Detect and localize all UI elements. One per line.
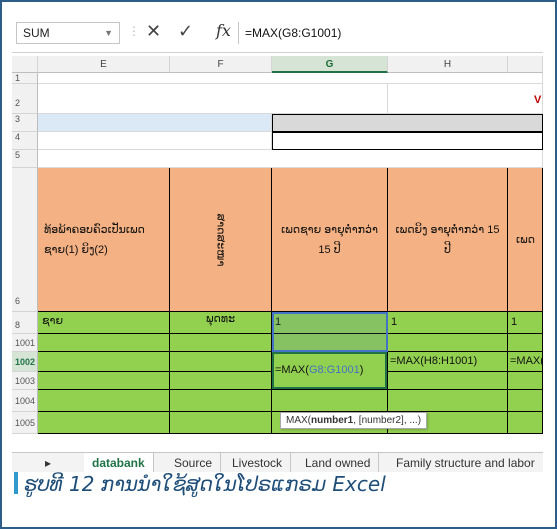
formula-bar-divider: ⋮ [128, 24, 140, 38]
cell-e1005[interactable] [38, 412, 170, 434]
cell-g4-i4[interactable] [272, 132, 543, 150]
formula-input[interactable]: =MAX(G8:G1001) [238, 22, 543, 44]
caption-accent-bar [14, 472, 18, 494]
figure-caption: ຮູບທີ 12 ການນຳໃຊ້ສູດໃນໂປຣແກຣມ Excel [24, 472, 386, 496]
insert-function-icon[interactable]: fx [216, 21, 231, 40]
row-header-2[interactable]: 2 [12, 84, 38, 114]
cell-f1002[interactable] [170, 352, 272, 372]
row-5-cells[interactable] [38, 150, 543, 168]
formula-suffix: ) [359, 364, 364, 376]
header-text-g6: ເພດຊາຍ ອາຍຸຕ່ຳກວ່າ 15 ປີ [281, 223, 378, 256]
row-header-3[interactable]: 3 [12, 114, 38, 132]
sheet-tab-bar: ▸ databank Source Livestock Land owned F… [12, 452, 543, 472]
range-highlight-g8-g1001 [272, 312, 388, 352]
cell-f1003[interactable] [170, 372, 272, 390]
cell-e1003[interactable] [38, 372, 170, 390]
cell-i1003[interactable] [508, 372, 543, 390]
tooltip-fn: MAX( [286, 415, 311, 426]
cell-e1004[interactable] [38, 390, 170, 412]
sheet-tab-databank[interactable]: databank [84, 453, 154, 472]
header-cell-i6[interactable]: ເພດ [508, 168, 543, 312]
cell-e8-value: ຊາຍ [42, 315, 64, 327]
header-text-e6: ທ້ອພ້າຄອບຄົວເປັນເພດ ຊາຍ(1) ຍິງ(2) [44, 223, 145, 256]
select-all-corner[interactable] [12, 56, 38, 73]
cell-i1002-value: =MAX( [510, 355, 543, 367]
cell-e4-f4[interactable] [38, 132, 272, 150]
figure-frame: SUM ▼ ⋮ ✕ ✓ fx =MAX(G8:G1001) E F G H 1 2… [0, 0, 557, 529]
header-text-f6: ສາດສະໜາ [214, 213, 226, 266]
enter-icon[interactable]: ✓ [178, 21, 193, 42]
header-cell-f6[interactable]: ສາດສະໜາ [170, 168, 272, 312]
formula-bar: SUM ▼ ⋮ ✕ ✓ fx =MAX(G8:G1001) [12, 12, 543, 53]
formula-range: G8:G1001 [308, 364, 360, 376]
scroll-tabs-right-icon[interactable]: ▸ [40, 453, 56, 472]
cell-f1001[interactable] [170, 334, 272, 352]
sheet-tab-land-owned[interactable]: Land owned [297, 453, 380, 472]
header-cell-g6[interactable]: ເພດຊາຍ ອາຍຸຕ່ຳກວ່າ 15 ປີ [272, 168, 388, 312]
cell-e8[interactable]: ຊາຍ [38, 312, 170, 334]
cell-i8[interactable]: 1 [508, 312, 543, 334]
cell-h8-value: 1 [391, 316, 398, 328]
column-header-e[interactable]: E [38, 56, 170, 73]
header-text-h6: ເພດຍິງ ອາຍຸຕ່ຳກວ່າ 15 ປີ [395, 223, 500, 256]
tooltip-rest: , [number2], ...) [353, 415, 422, 426]
cell-h1002[interactable]: =MAX(H8:H1001) [388, 352, 508, 372]
column-header-g[interactable]: G [272, 56, 388, 73]
cell-i2[interactable]: VI [388, 84, 543, 114]
header-cell-e6[interactable]: ທ້ອພ້າຄອບຄົວເປັນເພດ ຊາຍ(1) ຍິງ(2) [38, 168, 170, 312]
cell-f8-value: ພຸດທະ [205, 313, 236, 325]
cell-e1001[interactable] [38, 334, 170, 352]
header-text-i6: ເພດ [516, 233, 536, 246]
cell-h8[interactable]: 1 [388, 312, 508, 334]
row-header-1005[interactable]: 1005 [12, 412, 38, 434]
excel-screenshot: SUM ▼ ⋮ ✕ ✓ fx =MAX(G8:G1001) E F G H 1 2… [12, 12, 543, 472]
cell-f1005[interactable] [170, 412, 272, 434]
cell-g1002-editing[interactable]: =MAX(G8:G1001) [272, 352, 388, 390]
sheet-tab-livestock[interactable]: Livestock [224, 453, 292, 472]
cell-i8-value: 1 [511, 316, 518, 328]
row-header-1003[interactable]: 1003 [12, 372, 38, 390]
cell-h1002-value: =MAX(H8:H1001) [390, 355, 478, 367]
sheet-tab-source[interactable]: Source [166, 453, 222, 472]
row2-fragment: VI [534, 94, 542, 106]
chevron-down-icon[interactable]: ▼ [104, 23, 113, 43]
column-header-i[interactable] [508, 56, 543, 73]
sheet-tab-family-structure[interactable]: Family structure and labor [388, 453, 543, 472]
cell-i1001[interactable] [508, 334, 543, 352]
cell-g1004[interactable] [272, 390, 388, 412]
cell-h1003[interactable] [388, 372, 508, 390]
cancel-icon[interactable]: ✕ [146, 21, 161, 42]
row-2-cells[interactable] [38, 84, 388, 114]
cell-g3-i3[interactable] [272, 114, 543, 132]
cell-f8[interactable]: ພຸດທະ [170, 312, 272, 334]
name-box-value: SUM [23, 26, 50, 40]
row-header-6[interactable]: 6 [12, 168, 38, 312]
column-header-h[interactable]: H [388, 56, 508, 73]
cell-e3-f3[interactable] [38, 114, 272, 132]
row-header-1001[interactable]: 1001 [12, 334, 38, 352]
header-cell-h6[interactable]: ເພດຍິງ ອາຍຸຕ່ຳກວ່າ 15 ປີ [388, 168, 508, 312]
function-tooltip: MAX(number1, [number2], ...) [280, 412, 428, 429]
row-header-5[interactable]: 5 [12, 150, 38, 168]
cell-h1004[interactable] [388, 390, 508, 412]
cell-i1005[interactable] [508, 412, 543, 434]
name-box[interactable]: SUM ▼ [16, 22, 120, 44]
cell-i1004[interactable] [508, 390, 543, 412]
cell-f1004[interactable] [170, 390, 272, 412]
row-1-cells[interactable] [38, 73, 543, 84]
row-header-4[interactable]: 4 [12, 132, 38, 150]
cell-i1002[interactable]: =MAX( [508, 352, 543, 372]
row-header-1002[interactable]: 1002 [12, 352, 38, 372]
row-header-1[interactable]: 1 [12, 73, 38, 84]
formula-prefix: =MAX( [275, 364, 309, 376]
cell-h1001[interactable] [388, 334, 508, 352]
row-header-1004[interactable]: 1004 [12, 390, 38, 412]
worksheet-grid: E F G H 1 2 3 4 5 6 8 1001 1002 1003 100… [12, 56, 543, 452]
scroll-tabs-left-icon[interactable] [12, 453, 40, 472]
row-header-8[interactable]: 8 [12, 312, 38, 334]
column-header-f[interactable]: F [170, 56, 272, 73]
cell-e1002[interactable] [38, 352, 170, 372]
tooltip-arg1: number1 [311, 415, 354, 426]
